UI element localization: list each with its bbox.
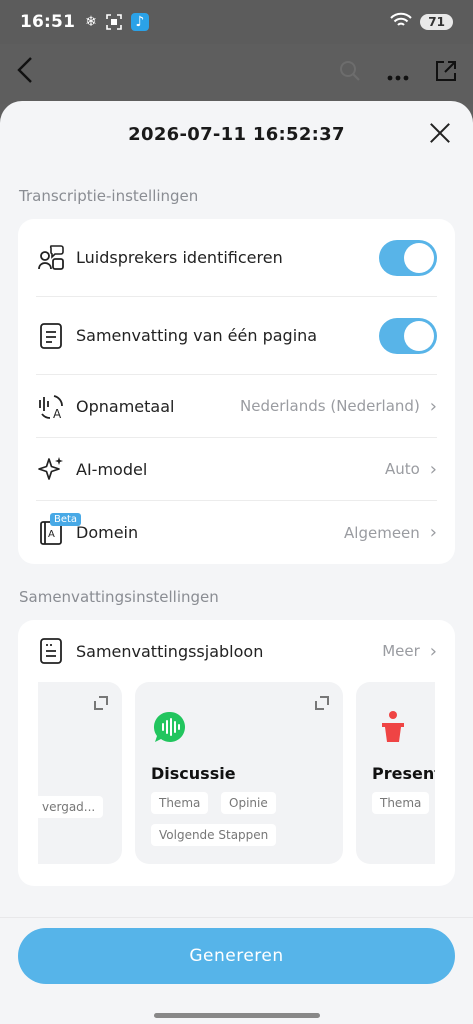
battery-indicator: 71 — [420, 14, 453, 30]
transcription-settings-card: Luidsprekers identificeren Samenvatting … — [18, 219, 455, 564]
summary-template-label: Samenvattingssjabloon — [76, 641, 264, 661]
identify-speakers-toggle[interactable] — [379, 239, 437, 276]
template-icon — [36, 636, 66, 666]
template-carousel[interactable]: vergad... Discussie Thema Opinie Volgend… — [38, 682, 435, 868]
template-tag: Thema — [151, 792, 209, 814]
ai-model-label: AI-model — [76, 459, 148, 479]
template-tag: Volgende Stappen — [151, 824, 277, 846]
close-icon[interactable] — [427, 120, 453, 146]
one-page-summary-toggle[interactable] — [379, 317, 437, 354]
status-bar: 16:51 ❄ ♪ 71 — [0, 0, 473, 44]
ai-model-value: Auto — [384, 460, 420, 478]
recording-language-value: Nederlands (Nederland) — [240, 397, 420, 415]
sheet-header: 2026-07-11 16:52:37 — [0, 101, 473, 167]
background-app-header — [0, 44, 473, 104]
template-tag: Opinie — [221, 792, 276, 814]
svg-text:A: A — [48, 529, 55, 540]
summary-settings-card: Samenvattingssjabloon Meer › vergad... D… — [18, 620, 455, 886]
app-notification-icon: ♪ — [130, 13, 149, 31]
book-icon: A Beta — [36, 512, 82, 548]
transcription-section-label: Transcriptie-instellingen — [19, 187, 199, 205]
status-time: 16:51 — [20, 12, 76, 32]
share-icon[interactable] — [435, 60, 457, 88]
expand-icon[interactable] — [94, 696, 108, 710]
more-link[interactable]: Meer — [382, 642, 420, 660]
template-title: Discussie — [151, 764, 236, 783]
chevron-right-icon: › — [429, 522, 437, 543]
chevron-right-icon: › — [429, 458, 437, 480]
row-domain[interactable]: A Beta Domein Algemeen › — [36, 501, 437, 564]
more-icon[interactable] — [387, 62, 409, 87]
snowflake-icon: ❄ — [85, 14, 97, 30]
template-title: Present — [372, 764, 435, 783]
status-right: 71 — [390, 12, 453, 32]
domain-value: Algemeen — [344, 523, 420, 542]
sparkle-icon — [36, 454, 66, 484]
bottom-bar: Genereren — [0, 917, 473, 1024]
sheet-title: 2026-07-11 16:52:37 — [128, 123, 345, 145]
summary-section-label: Samenvattingsinstellingen — [19, 588, 219, 606]
row-recording-language[interactable]: A Opnametaal Nederlands (Nederland) › — [36, 375, 437, 438]
beta-badge: Beta — [50, 512, 82, 526]
template-tag: Thema — [372, 792, 430, 814]
recording-language-label: Opnametaal — [76, 396, 175, 416]
identify-speakers-label: Luidsprekers identificeren — [76, 248, 283, 267]
domain-label: Domein — [76, 523, 139, 542]
chat-wave-icon — [153, 710, 187, 748]
template-card-presentation[interactable]: Present Thema — [356, 682, 435, 864]
template-card-meeting[interactable]: vergad... — [38, 682, 122, 864]
svg-text:A: A — [53, 407, 62, 420]
settings-sheet: 2026-07-11 16:52:37 Transcriptie-instell… — [0, 101, 473, 1024]
back-chevron-icon[interactable] — [16, 56, 34, 92]
scan-icon — [105, 13, 123, 31]
chevron-right-icon: › — [429, 640, 437, 662]
one-page-summary-label: Samenvatting van één pagina — [76, 326, 318, 345]
generate-button[interactable]: Genereren — [18, 928, 455, 984]
expand-icon[interactable] — [315, 696, 329, 710]
summary-template-row[interactable]: Samenvattingssjabloon Meer › — [18, 620, 455, 682]
row-one-page-summary: Samenvatting van één pagina — [36, 297, 437, 375]
search-icon[interactable] — [339, 60, 361, 88]
language-icon: A — [36, 391, 66, 421]
chevron-right-icon: › — [429, 395, 437, 417]
template-card-discussion[interactable]: Discussie Thema Opinie Volgende Stappen — [135, 682, 343, 864]
wifi-icon — [390, 12, 413, 32]
template-tag: vergad... — [38, 796, 104, 818]
home-indicator[interactable] — [154, 1013, 320, 1018]
row-identify-speakers: Luidsprekers identificeren — [36, 219, 437, 297]
status-notification-icons: ❄ ♪ — [85, 13, 149, 31]
document-icon — [36, 321, 66, 351]
podium-icon — [380, 710, 406, 748]
row-ai-model[interactable]: AI-model Auto › — [36, 438, 437, 501]
speakers-icon — [36, 243, 66, 273]
